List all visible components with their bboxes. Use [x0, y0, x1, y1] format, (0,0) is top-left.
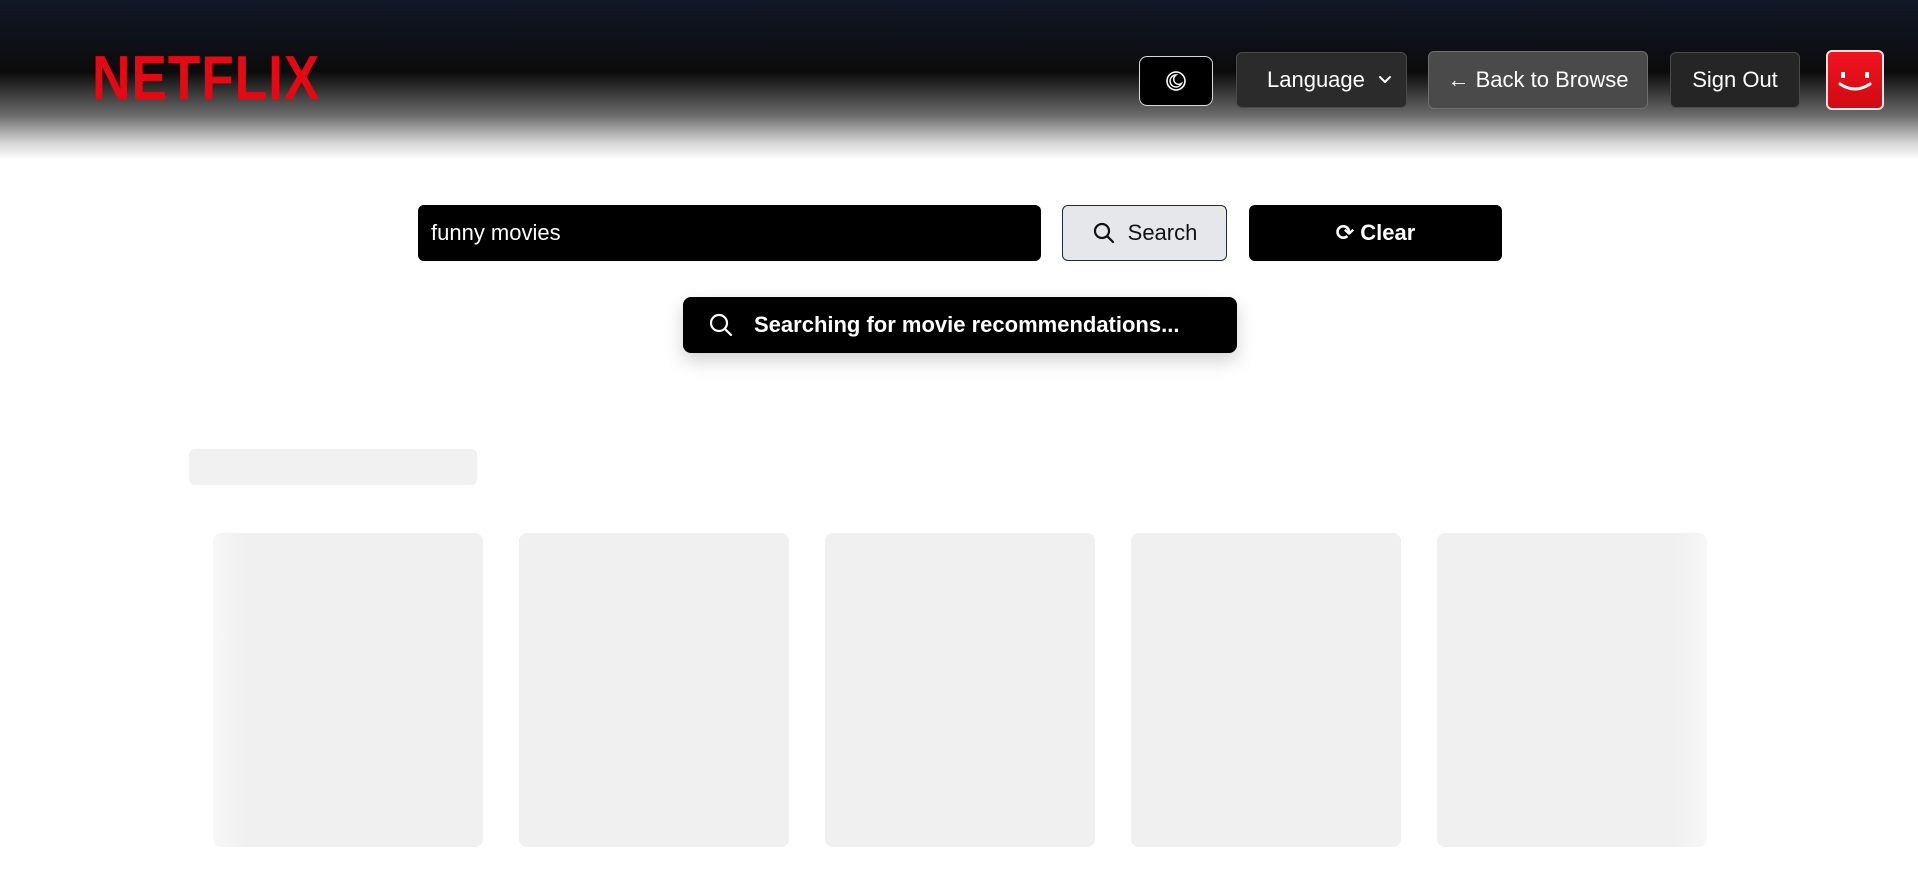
search-icon — [709, 313, 733, 337]
netflix-logo[interactable]: NETFLIX — [92, 46, 320, 112]
search-status-message: Searching for movie recommendations... — [683, 297, 1237, 353]
skeleton-movie-card — [519, 533, 789, 847]
clear-button[interactable]: ⟳ Clear — [1249, 205, 1502, 261]
search-input[interactable] — [418, 205, 1041, 261]
skeleton-section-title — [189, 449, 477, 485]
skeleton-movie-card — [213, 533, 483, 847]
search-button-label: Search — [1127, 220, 1198, 245]
moon-icon — [1166, 71, 1186, 91]
skeleton-movie-card — [1437, 533, 1707, 847]
skeleton-movie-card — [825, 533, 1095, 847]
user-avatar[interactable] — [1826, 50, 1884, 110]
clear-button-label: ⟳ Clear — [1335, 220, 1416, 245]
status-text: Searching for movie recommendations... — [754, 312, 1180, 337]
search-button[interactable]: Search — [1062, 205, 1227, 261]
search-icon — [1093, 222, 1114, 244]
language-select-value: Language — [1267, 67, 1365, 92]
back-to-browse-button[interactable]: ← Back to Browse — [1428, 51, 1648, 109]
skeleton-movie-card — [1131, 533, 1401, 847]
theme-toggle-button[interactable] — [1139, 56, 1213, 106]
smiley-avatar-icon — [1838, 72, 1872, 91]
top-header: NETFLIX Language ← Back to Browse Sign O… — [0, 0, 1918, 160]
sign-out-button[interactable]: Sign Out — [1670, 52, 1800, 108]
language-select[interactable]: Language — [1236, 52, 1407, 108]
chevron-down-icon — [1379, 76, 1391, 83]
